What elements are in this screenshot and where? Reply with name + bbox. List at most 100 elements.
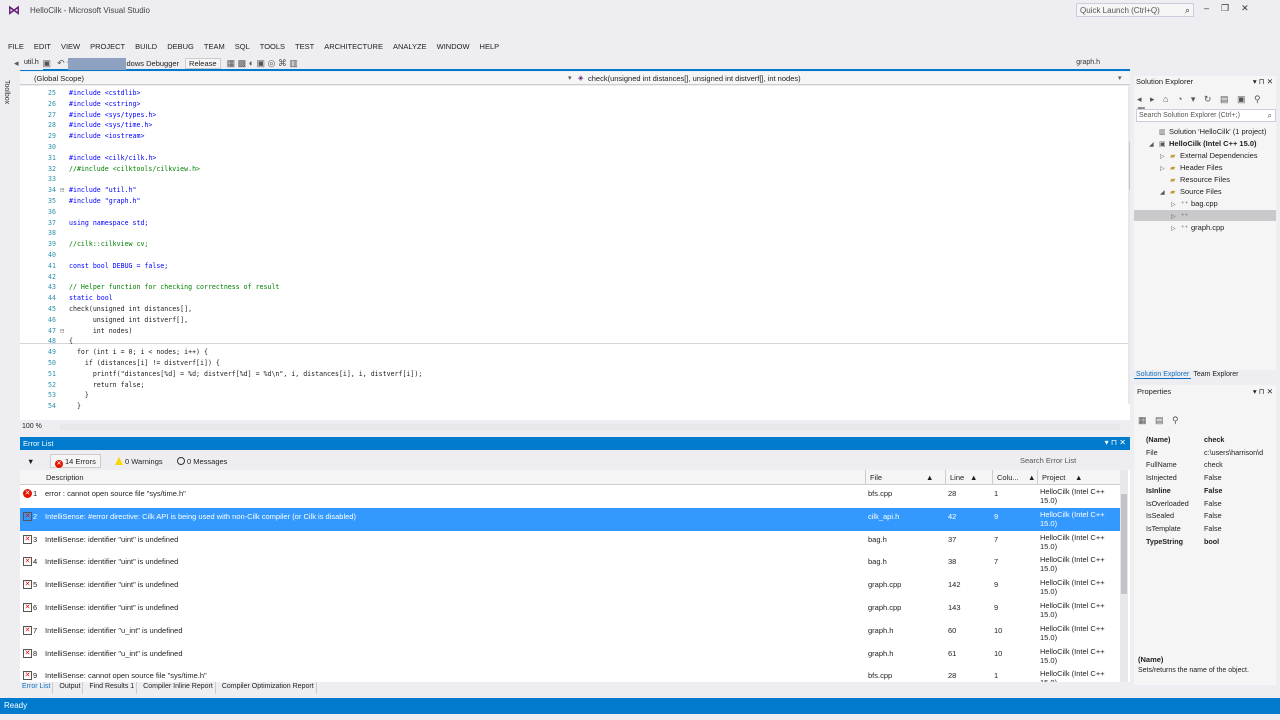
menu-item-help[interactable]: HELP (480, 40, 500, 54)
solution-tree-item[interactable]: ▥ Solution 'HelloCilk' (1 project) (1134, 126, 1276, 137)
error-list-row[interactable]: ✕ 4 IntelliSense: identifier "uint" is und… (20, 553, 1120, 576)
solution-tree-item[interactable]: ▷ ▰ Header Files (1134, 162, 1276, 173)
editor-scroll-thumb[interactable] (1129, 142, 1130, 190)
code-line[interactable]: 54 } (20, 401, 1110, 412)
error-list-row[interactable]: ✕ 2 IntelliSense: #error directive: Cilk A… (20, 507, 1120, 531)
code-line[interactable]: 30 (20, 142, 1110, 153)
collapsed-arrow-icon[interactable]: ▷ (1171, 224, 1181, 235)
tab-graph-h[interactable]: graph.h (1076, 59, 1100, 66)
property-value[interactable]: c:\users\harrison\d (1204, 448, 1274, 457)
code-line[interactable]: 40 (20, 250, 1110, 261)
properties-toolbar-icons[interactable]: ▦ ▤ ⚲ (1138, 415, 1182, 426)
minimize-button[interactable]: – (1204, 3, 1209, 14)
property-row[interactable]: File c:\users\harrison\d (1144, 446, 1276, 459)
property-value[interactable]: check (1204, 435, 1274, 444)
code-line[interactable]: 31 #include <cilk/cilk.h> (20, 153, 1110, 164)
bottom-tab-output[interactable]: Output (57, 682, 84, 694)
error-list-row[interactable]: ✕ 8 IntelliSense: identifier "u_int" is un… (20, 645, 1120, 668)
error-list-row[interactable]: ✕ 3 IntelliSense: identifier "uint" is und… (20, 531, 1120, 554)
solution-tree-item[interactable]: ◢ ▣ HelloCilk (Intel C++ 15.0) (1134, 138, 1276, 149)
code-line[interactable]: 28 #include <sys/time.h> (20, 120, 1110, 131)
code-line[interactable]: 32 //#include <cilktools/cilkview.h> (20, 164, 1110, 175)
search-solution-explorer-input[interactable]: Search Solution Explorer (Ctrl+;) ⌕ (1136, 109, 1276, 122)
panel-controls[interactable]: ▾ ⊓ ✕ (1253, 77, 1273, 86)
code-line[interactable]: 41 const bool DEBUG = false; (20, 261, 1110, 272)
menu-item-file[interactable]: FILE (8, 40, 24, 54)
menu-item-test[interactable]: TEST (295, 40, 314, 54)
tab-solution-explorer[interactable]: Solution Explorer (1134, 371, 1192, 379)
toolbox-strip[interactable]: Toolbox (0, 74, 18, 474)
property-row[interactable]: IsSealed False (1144, 509, 1276, 522)
bottom-tab-error-list[interactable]: Error List (20, 682, 54, 694)
messages-filter-button[interactable]: 0 Messages (172, 454, 232, 468)
warnings-filter-button[interactable]: 0 Warnings (110, 454, 168, 468)
column-project[interactable]: Project (1042, 473, 1065, 482)
panel-controls[interactable]: ▾ ⊓ ✕ (1253, 387, 1273, 396)
column-description[interactable]: Description (46, 473, 84, 482)
code-line[interactable]: 34 ⊟ #include "util.h" (20, 185, 1110, 196)
code-line[interactable]: 42 (20, 272, 1110, 283)
property-value[interactable]: bool (1204, 537, 1274, 546)
solution-tree-item[interactable]: ◢ ▰ Source Files (1134, 186, 1276, 197)
code-line[interactable]: 33 (20, 174, 1110, 185)
code-line[interactable]: 49 for (int i = 0; i < nodes; i++) { (20, 347, 1110, 358)
property-row[interactable]: IsInline False (1144, 484, 1276, 497)
code-line[interactable]: 39 //cilk::cilkview cv; (20, 239, 1110, 250)
solution-tree-item[interactable]: ▰ Resource Files (1134, 174, 1276, 185)
solution-tree-item[interactable]: ▷ ▰ External Dependencies (1134, 150, 1276, 161)
code-line[interactable]: 38 (20, 228, 1110, 239)
zoom-level[interactable]: 100 % (22, 423, 42, 430)
error-list-row[interactable]: ✕ 7 IntelliSense: identifier "u_int" is un… (20, 622, 1120, 645)
menu-item-window[interactable]: WINDOW (437, 40, 470, 54)
property-row[interactable]: FullName check (1144, 458, 1276, 471)
filter-icon[interactable]: ▼ (22, 454, 39, 468)
error-list-row[interactable]: ✕ 1 error : cannot open source file "sys/t… (20, 485, 1120, 508)
property-row[interactable]: IsInjected False (1144, 471, 1276, 484)
code-line[interactable]: 48 { (20, 336, 1110, 347)
error-list-scroll-thumb[interactable] (1121, 494, 1127, 594)
column-column[interactable]: Colu... (997, 473, 1019, 482)
editor-vertical-scrollbar[interactable] (1128, 86, 1130, 404)
code-line[interactable]: 36 (20, 207, 1110, 218)
restore-button[interactable]: ❐ (1221, 3, 1229, 14)
solution-tree-item[interactable]: ▷ ⁺⁺ graph.cpp (1134, 222, 1276, 233)
property-value[interactable]: False (1204, 524, 1274, 533)
property-value[interactable]: False (1204, 499, 1274, 508)
menu-item-view[interactable]: VIEW (61, 40, 80, 54)
code-line[interactable]: 46 unsigned int distverf[], (20, 315, 1110, 326)
code-line[interactable]: 47 ⊟ int nodes) (20, 326, 1110, 337)
menu-item-project[interactable]: PROJECT (90, 40, 125, 54)
code-editor[interactable]: 25 #include <cstdlib> 26 #include <cstring>… (20, 86, 1130, 420)
code-line[interactable]: 43 // Helper function for checking correc… (20, 282, 1110, 293)
code-line[interactable]: 29 #include <iostream> (20, 131, 1110, 142)
column-line[interactable]: Line (950, 473, 964, 482)
tab-team-explorer[interactable]: Team Explorer (1191, 371, 1240, 378)
errors-filter-button[interactable]: ✕ 14 Errors (50, 454, 101, 468)
error-list-row[interactable]: ✕ 6 IntelliSense: identifier "uint" is und… (20, 599, 1120, 622)
property-value[interactable]: False (1204, 473, 1274, 482)
code-line[interactable]: 53 } (20, 390, 1110, 401)
code-line[interactable]: 50 if (distances[i] != distverf[i]) { (20, 358, 1110, 369)
error-list-row[interactable]: ✕ 9 IntelliSense: cannot open source file … (20, 667, 1120, 682)
solution-tree-item[interactable]: ▷ ⁺⁺ bag.cpp (1134, 198, 1276, 209)
property-value[interactable]: check (1204, 460, 1274, 469)
bottom-tab-compiler-inline-report[interactable]: Compiler Inline Report (141, 682, 216, 694)
code-line[interactable]: 27 #include <sys/types.h> (20, 110, 1110, 121)
code-line[interactable]: 45 check(unsigned int distances[], (20, 304, 1110, 315)
column-file[interactable]: File (870, 473, 882, 482)
solution-tree-item[interactable]: ▷ ⁺⁺ (1134, 210, 1276, 221)
panel-controls[interactable]: ▾ ⊓ ✕ (1105, 438, 1126, 447)
code-line[interactable]: 37 using namespace std; (20, 218, 1110, 229)
menu-item-analyze[interactable]: ANALYZE (393, 40, 427, 54)
bottom-tab-find-results-1[interactable]: Find Results 1 (87, 682, 138, 694)
code-line[interactable]: 25 #include <cstdlib> (20, 88, 1110, 99)
search-error-list-input[interactable]: Search Error List⌕ (1016, 454, 1146, 468)
editor-horizontal-scrollbar[interactable] (60, 424, 1120, 430)
code-line[interactable]: 35 #include "graph.h" (20, 196, 1110, 207)
error-list-scrollbar[interactable] (1120, 470, 1128, 682)
code-line[interactable]: 51 printf("distances[%d] = %d; distverf[… (20, 369, 1110, 380)
menu-item-edit[interactable]: EDIT (34, 40, 51, 54)
property-value[interactable]: False (1204, 486, 1274, 495)
menu-item-build[interactable]: BUILD (135, 40, 157, 54)
tab-active-file[interactable] (68, 58, 126, 70)
